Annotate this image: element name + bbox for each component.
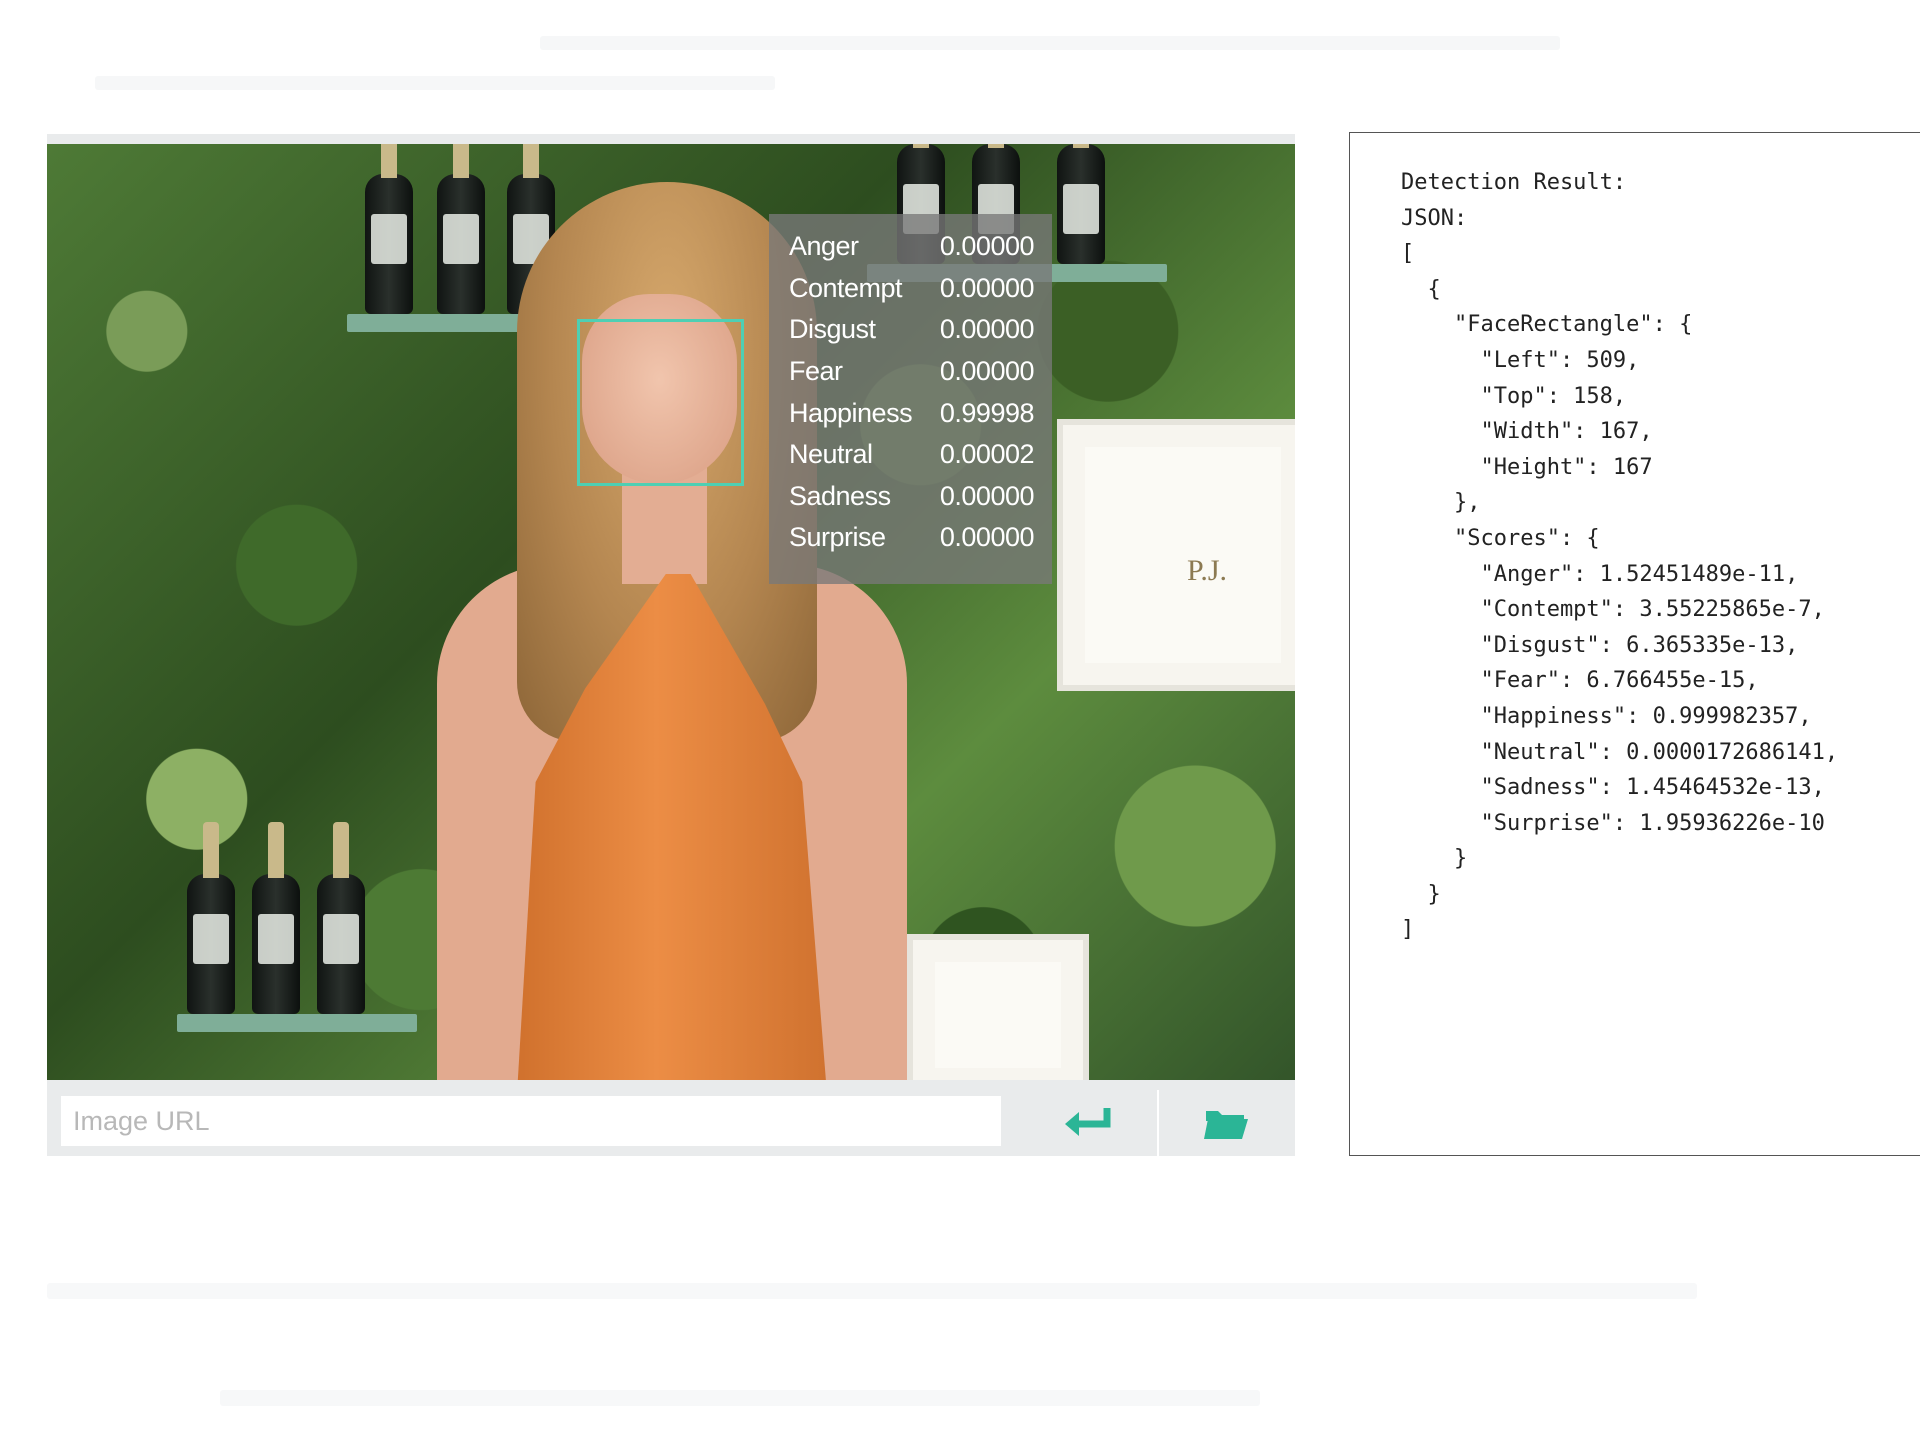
emotion-label: Disgust xyxy=(789,314,876,345)
browse-file-button[interactable] xyxy=(1157,1090,1293,1156)
logo-frame-card xyxy=(907,934,1089,1080)
faded-text-line xyxy=(47,1283,1697,1299)
submit-url-button[interactable] xyxy=(1021,1090,1157,1156)
emotion-label: Anger xyxy=(789,231,859,262)
score-row-contempt: Contempt 0.00000 xyxy=(769,268,1052,310)
faded-text-line xyxy=(95,76,775,90)
bottle xyxy=(317,822,365,1014)
emotion-scores-overlay: Anger 0.00000 Contempt 0.00000 Disgust 0.00… xyxy=(769,214,1052,584)
emotion-label: Contempt xyxy=(789,272,903,303)
shelf xyxy=(177,1014,417,1032)
score-row-anger: Anger 0.00000 xyxy=(769,226,1052,268)
folder-open-icon xyxy=(1204,1111,1248,1139)
bottle xyxy=(1057,144,1105,264)
emotion-value: 0.00000 xyxy=(939,231,1035,262)
emotion-value: 0.00000 xyxy=(939,314,1035,345)
score-row-sadness: Sadness 0.00000 xyxy=(769,476,1052,518)
emotion-value: 0.00000 xyxy=(939,522,1035,553)
score-row-fear: Fear 0.00000 xyxy=(769,351,1052,393)
emotion-label: Fear xyxy=(789,356,843,387)
score-row-happiness: Happiness 0.99998 xyxy=(769,392,1052,434)
bottle xyxy=(187,822,235,1014)
emotion-value: 0.00000 xyxy=(939,272,1035,303)
emotion-value: 0.00002 xyxy=(939,439,1035,470)
emotion-value: 0.00000 xyxy=(939,356,1035,387)
emotion-label: Surprise xyxy=(789,522,886,553)
detection-result-panel: Detection Result: JSON: [ { "FaceRectang… xyxy=(1349,132,1920,1156)
url-bar xyxy=(47,1090,1295,1156)
emotion-value: 0.00000 xyxy=(939,480,1035,511)
emotion-label: Sadness xyxy=(789,480,891,511)
faded-text-line xyxy=(540,36,1560,50)
detection-result-json: Detection Result: JSON: [ { "FaceRectang… xyxy=(1401,170,1839,943)
faded-text-line xyxy=(220,1390,1260,1406)
logo-text-decor: P.J. xyxy=(1187,554,1228,587)
logo-frame-card xyxy=(1057,419,1295,691)
emotion-label: Neutral xyxy=(789,439,873,470)
score-row-surprise: Surprise 0.00000 xyxy=(769,517,1052,559)
bottle xyxy=(252,822,300,1014)
emotion-value: 0.99998 xyxy=(939,397,1035,428)
uploaded-photo: P.J. Anger 0.00000 Contempt 0.00000 Disgus… xyxy=(47,144,1295,1080)
score-row-neutral: Neutral 0.00002 xyxy=(769,434,1052,476)
emotion-label: Happiness xyxy=(789,397,913,428)
emotion-demo-panel: P.J. Anger 0.00000 Contempt 0.00000 Disgus… xyxy=(47,134,1295,1156)
bottle xyxy=(437,144,485,314)
score-row-disgust: Disgust 0.00000 xyxy=(769,309,1052,351)
image-url-input[interactable] xyxy=(61,1096,1001,1146)
bottle xyxy=(365,144,413,314)
enter-arrow-icon xyxy=(1065,1108,1111,1136)
face-rectangle xyxy=(577,319,744,486)
